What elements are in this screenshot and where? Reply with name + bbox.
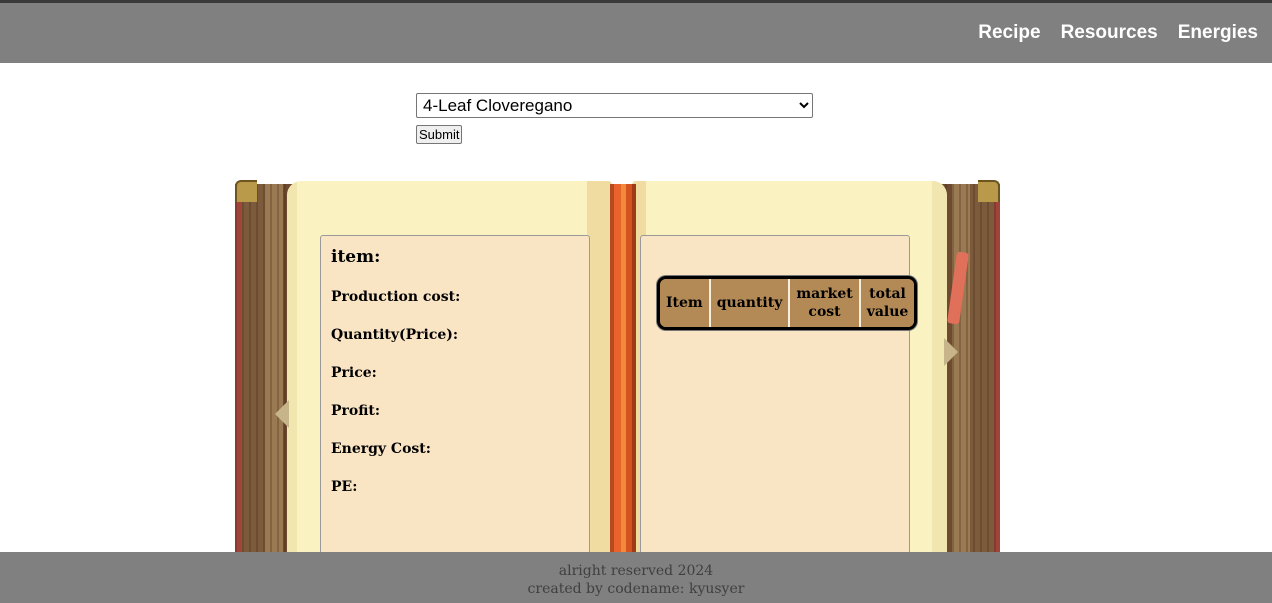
navbar: Recipe Resources Energies <box>0 3 1272 63</box>
book-corner-icon <box>235 180 257 202</box>
table-header-row: Item quantity market cost total value <box>660 279 915 327</box>
column-header-market-cost: market cost <box>790 279 861 327</box>
book-corner-icon <box>978 180 1000 202</box>
footer-copyright: alright reserved 2024 <box>558 563 714 579</box>
recipe-select[interactable]: 4-Leaf Cloveregano <box>416 93 813 118</box>
item-title: item: <box>331 247 381 267</box>
nav-link-resources[interactable]: Resources <box>1061 22 1158 44</box>
nav-links: Recipe Resources Energies <box>978 3 1258 63</box>
footer-credit: created by codename: kyusyer <box>527 581 745 597</box>
footer: alright reserved 2024 created by codenam… <box>0 552 1272 603</box>
nav-link-recipe[interactable]: Recipe <box>978 22 1040 44</box>
profit-label: Profit: <box>331 403 381 419</box>
submit-button[interactable]: Submit <box>416 125 463 144</box>
resources-table: Item quantity market cost total value <box>657 276 918 330</box>
book-spine <box>610 184 636 564</box>
resources-panel: Item quantity market cost total value <box>640 235 918 565</box>
column-header-total-value: total value <box>860 279 915 327</box>
nav-link-energies[interactable]: Energies <box>1178 22 1258 44</box>
item-details-panel: item: Production cost: Quantity(Price): … <box>320 235 590 565</box>
book-cover-right <box>938 184 1000 564</box>
quantity-price-label: Quantity(Price): <box>331 327 459 343</box>
column-header-item: Item <box>660 279 711 327</box>
pe-label: PE: <box>331 479 358 495</box>
page-tab-icon <box>944 338 958 366</box>
production-cost-label: Production cost: <box>331 289 461 305</box>
energy-cost-label: Energy Cost: <box>331 441 431 457</box>
page-tab-icon <box>275 400 289 428</box>
recipe-select-wrapper: 4-Leaf Cloveregano <box>416 93 813 118</box>
price-label: Price: <box>331 365 377 381</box>
column-header-quantity: quantity <box>710 279 791 327</box>
